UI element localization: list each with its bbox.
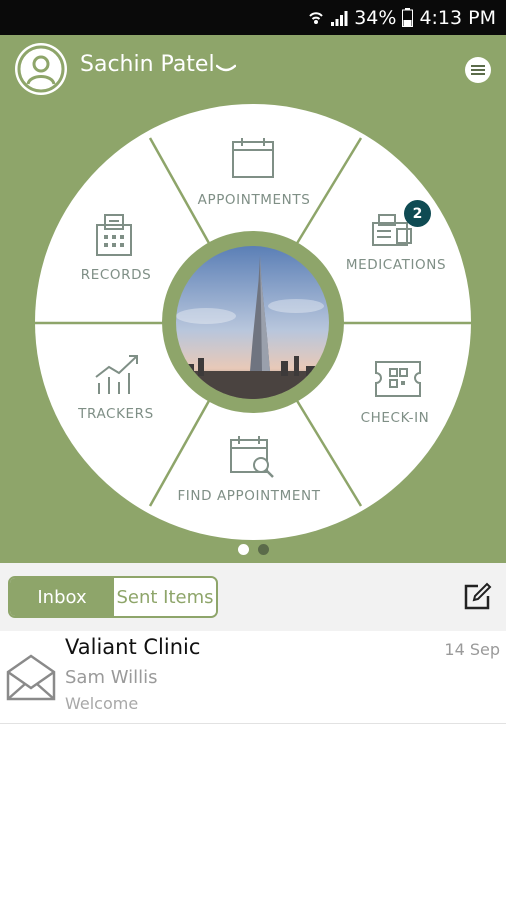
battery-percent: 34% [354, 6, 397, 29]
message-preview: Welcome [65, 694, 139, 713]
user-avatar-icon[interactable] [15, 43, 67, 95]
segment-label: FIND APPOINTMENT [177, 488, 321, 504]
city-skyline-photo[interactable] [176, 246, 329, 399]
mail-toolbar: Inbox Sent Items [0, 563, 506, 631]
wifi-icon [308, 9, 324, 27]
page-dot[interactable] [257, 544, 269, 555]
envelope-icon [5, 652, 57, 706]
user-name[interactable]: Sachin Patel [80, 52, 215, 77]
segment-label: MEDICATIONS [345, 257, 447, 273]
calendar-search-icon [228, 434, 276, 484]
compose-icon[interactable] [462, 582, 492, 616]
clock: 4:13 PM [419, 6, 496, 29]
segment-label: TRACKERS [78, 406, 154, 422]
tab-inbox[interactable]: Inbox [10, 578, 114, 616]
qr-ticket-icon [373, 359, 423, 403]
chart-trend-icon [93, 353, 141, 399]
message-title: Valiant Clinic [65, 635, 201, 659]
segment-label: APPOINTMENTS [197, 192, 311, 208]
page-indicator [0, 544, 506, 555]
segment-label: CHECK-IN [360, 410, 430, 426]
calendar-icon [230, 136, 276, 184]
feature-wheel: APPOINTMENTS 2 MEDICATIONS CHECK-IN FIND… [0, 101, 506, 563]
signal-icon [330, 9, 348, 27]
list-item[interactable]: Valiant Clinic 14 Sep Sam Willis Welcome [0, 631, 506, 724]
menu-icon[interactable] [465, 57, 491, 83]
message-date: 14 Sep [444, 640, 500, 659]
message-sender: Sam Willis [65, 667, 158, 688]
chevron-down-icon[interactable] [215, 59, 237, 78]
app-header: Sachin Patel [0, 35, 506, 101]
records-icon [93, 213, 135, 261]
status-bar: 34% 4:13 PM [0, 0, 506, 35]
segment-label: RECORDS [80, 267, 152, 283]
tab-sent-items[interactable]: Sent Items [114, 578, 216, 616]
page-dot-active[interactable] [237, 544, 249, 555]
battery-icon [402, 8, 414, 27]
medications-badge: 2 [404, 200, 431, 227]
mailbox-switch: Inbox Sent Items [8, 576, 218, 618]
